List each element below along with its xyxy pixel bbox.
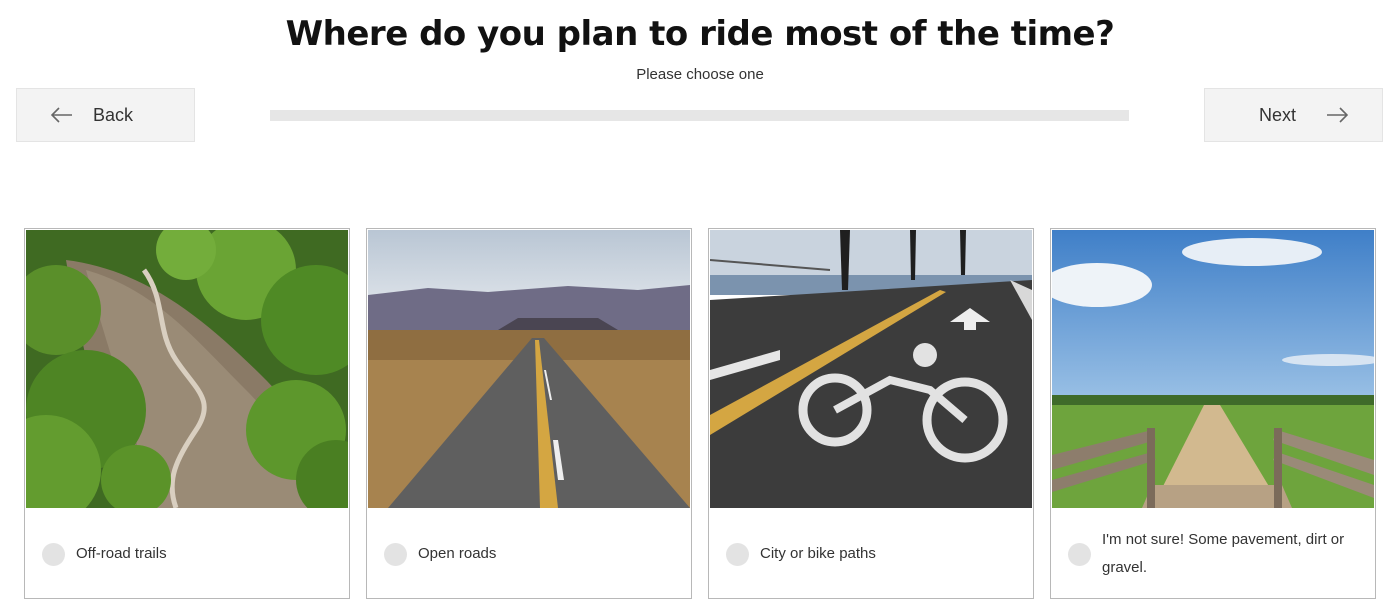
radio-button[interactable] xyxy=(384,542,407,566)
desert-highway-photo xyxy=(368,230,690,508)
radio-button[interactable] xyxy=(726,542,749,566)
option-card-not-sure[interactable]: I'm not sure! Some pavement, dirt or gra… xyxy=(1050,228,1376,599)
option-card-off-road[interactable]: Off-road trails xyxy=(24,228,350,599)
arrow-left-icon xyxy=(51,107,73,123)
option-label: Off-road trails xyxy=(76,545,167,562)
progress-bar xyxy=(270,110,1129,121)
option-card-open-roads[interactable]: Open roads xyxy=(366,228,692,599)
mountain-trail-photo xyxy=(26,230,348,508)
arrow-right-icon xyxy=(1326,107,1349,123)
next-button[interactable]: Next xyxy=(1204,88,1383,142)
radio-button[interactable] xyxy=(42,542,65,566)
page-title: Where do you plan to ride most of the ti… xyxy=(285,14,1115,54)
option-card-city[interactable]: City or bike paths xyxy=(708,228,1034,599)
option-label: Open roads xyxy=(418,545,497,562)
back-button[interactable]: Back xyxy=(16,88,195,142)
next-button-label: Next xyxy=(1259,104,1297,125)
option-label: I'm not sure! Some pavement, dirt or gra… xyxy=(1102,531,1345,576)
page-subtitle: Please choose one xyxy=(636,66,764,83)
radio-button[interactable] xyxy=(1068,542,1091,566)
boardwalk-path-photo xyxy=(1052,230,1374,508)
bike-lane-photo xyxy=(710,230,1032,508)
back-button-label: Back xyxy=(93,104,134,125)
option-label: City or bike paths xyxy=(760,545,876,562)
